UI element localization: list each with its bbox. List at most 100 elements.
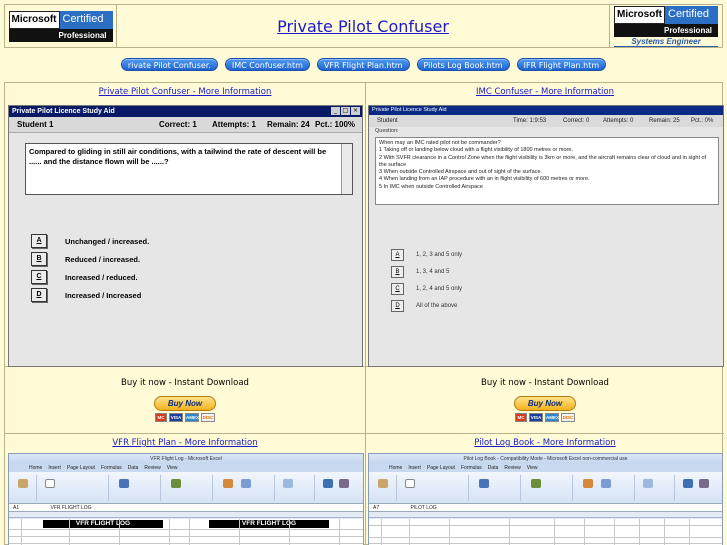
format-table-icon bbox=[601, 479, 611, 488]
ppc-answer-d-button[interactable]: D bbox=[31, 288, 47, 302]
vfr-cell: VFR Flight Plan - More Information VFR F… bbox=[5, 434, 366, 545]
vfr-sheet: VFR FLIGHT LOG VFR FLIGHT LOG bbox=[9, 519, 363, 545]
nav-imc-confuser[interactable]: IMC Confuser.htm bbox=[224, 58, 310, 71]
tab-insert[interactable]: Insert bbox=[408, 464, 421, 472]
tab-home[interactable]: Home bbox=[389, 464, 402, 472]
vfr-log-banner-left: VFR FLIGHT LOG bbox=[43, 520, 163, 528]
nav-bar: rivate Pilot Confuser. IMC Confuser.htm … bbox=[0, 58, 727, 71]
vfr-more-info-link[interactable]: VFR Flight Plan - More Information bbox=[5, 438, 365, 448]
align-icon bbox=[479, 479, 489, 488]
find-select-icon bbox=[339, 479, 349, 488]
close-icon[interactable]: × bbox=[351, 107, 360, 115]
vfr-log-banner-right: VFR FLIGHT LOG bbox=[209, 520, 329, 528]
font-box-icon bbox=[405, 479, 415, 488]
buy-right-cell: Buy it now - Instant Download Buy Now MC… bbox=[366, 367, 724, 434]
visa-icon: VISA bbox=[529, 413, 543, 422]
imc-answer-b-button[interactable]: B bbox=[391, 266, 404, 278]
tab-view[interactable]: View bbox=[527, 464, 538, 472]
tab-page-layout[interactable]: Page Layout bbox=[427, 464, 455, 472]
tab-home[interactable]: Home bbox=[29, 464, 42, 472]
microsoft-certified-mcse-logo: Microsoft Certified Professional Systems… bbox=[614, 5, 718, 47]
imc-more-info-link[interactable]: IMC Confuser - More Information bbox=[366, 87, 724, 97]
nav-ifr-flight-plan[interactable]: IFR Flight Plan.htm bbox=[516, 58, 607, 71]
maximize-icon[interactable]: □ bbox=[341, 107, 350, 115]
ppc-pct: Pct.: 100% bbox=[315, 120, 356, 129]
plb-formula-bar[interactable]: A7 PILOT LOG bbox=[369, 504, 722, 512]
tab-review[interactable]: Review bbox=[144, 464, 160, 472]
imc-answer-d-button[interactable]: D bbox=[391, 300, 404, 312]
buy-now-button-left[interactable]: Buy Now bbox=[154, 396, 216, 411]
nav-vfr-flight-plan[interactable]: VFR Flight Plan.htm bbox=[316, 58, 410, 71]
tab-insert[interactable]: Insert bbox=[48, 464, 61, 472]
align-icon bbox=[119, 479, 129, 488]
tab-formulas[interactable]: Formulas bbox=[461, 464, 482, 472]
ppc-answer-b: B Reduced / increased. bbox=[31, 252, 140, 266]
imc-attempts: Attempts: 0 bbox=[603, 118, 634, 124]
minimize-icon[interactable]: _ bbox=[331, 107, 340, 115]
imc-answer-c: C 1, 2, 4 and 5 only bbox=[391, 283, 462, 295]
styles-icon bbox=[223, 479, 233, 488]
ppc-status-bar: Student 1 Correct: 1 Attempts: 1 Remain:… bbox=[9, 117, 362, 133]
vfr-excel-screenshot: VFR Flight Log - Microsoft Excel Home In… bbox=[8, 453, 364, 545]
ppc-window-title: Private Pilot Licence Study Aid _ □ × bbox=[9, 106, 362, 117]
plb-sheet bbox=[369, 519, 722, 545]
logo-word: Microsoft bbox=[614, 5, 665, 24]
microsoft-certified-logo: Microsoft Certified Professional bbox=[8, 10, 113, 42]
imc-answer-c-button[interactable]: C bbox=[391, 283, 404, 295]
imc-student: Student bbox=[377, 118, 398, 124]
ppc-answer-a-text: Unchanged / increased. bbox=[65, 236, 150, 246]
imc-answer-b-text: 1, 3, 4 and 5 bbox=[416, 269, 450, 275]
page: Microsoft Certified Professional Private… bbox=[0, 0, 727, 545]
tab-data[interactable]: Data bbox=[488, 464, 499, 472]
imc-answer-a-button[interactable]: A bbox=[391, 249, 404, 261]
logo-sub: Professional bbox=[614, 23, 718, 37]
buy-now-button-right[interactable]: Buy Now bbox=[514, 396, 576, 411]
plb-excel-title: Pilot Log Book - Compatibility Mode - Mi… bbox=[369, 454, 722, 464]
tab-formulas[interactable]: Formulas bbox=[101, 464, 122, 472]
ppc-remain: Remain: 24 bbox=[267, 120, 310, 129]
nav-pilots-log-book[interactable]: Pilots Log Book.htm bbox=[416, 58, 510, 71]
sort-filter-icon bbox=[323, 479, 333, 488]
ppc-question-scrollbar[interactable] bbox=[341, 144, 352, 194]
plb-cell: Pilot Log Book - More Information Pilot … bbox=[366, 434, 724, 545]
ppc-more-info-link[interactable]: Private Pilot Confuser - More Informatio… bbox=[5, 87, 365, 97]
header-title-cell: Private Pilot Confuser bbox=[117, 5, 610, 47]
site-title-link[interactable]: Private Pilot Confuser bbox=[277, 17, 449, 36]
sort-filter-icon bbox=[683, 479, 693, 488]
tab-view[interactable]: View bbox=[167, 464, 178, 472]
imc-question-box: When may an IMC rated pilot not be comma… bbox=[375, 137, 719, 205]
ppc-attempts: Attempts: 1 bbox=[212, 120, 257, 129]
discover-icon: DISC bbox=[561, 413, 575, 422]
ppc-answer-a-button[interactable]: A bbox=[31, 234, 47, 248]
plb-more-info-link[interactable]: Pilot Log Book - More Information bbox=[366, 438, 724, 448]
vfr-ribbon bbox=[9, 472, 363, 504]
imc-time: Time: 1:9:53 bbox=[513, 118, 547, 124]
ppc-answer-c-button[interactable]: C bbox=[31, 270, 47, 284]
insert-cells-icon bbox=[643, 479, 653, 488]
header-left-cell: Microsoft Certified Professional bbox=[5, 5, 117, 47]
ppc-answer-d-text: Increased / Increased bbox=[65, 290, 142, 300]
buy-right-text: Buy it now - Instant Download bbox=[481, 378, 609, 388]
tab-review[interactable]: Review bbox=[504, 464, 520, 472]
ppc-answer-b-button[interactable]: B bbox=[31, 252, 47, 266]
vfr-excel-title: VFR Flight Log - Microsoft Excel bbox=[9, 454, 363, 464]
ppc-cell: Private Pilot Confuser - More Informatio… bbox=[5, 83, 366, 367]
imc-answer-b: B 1, 3, 4 and 5 bbox=[391, 266, 449, 278]
number-icon bbox=[531, 479, 541, 488]
cell-reference: A7 bbox=[373, 505, 380, 511]
tab-page-layout[interactable]: Page Layout bbox=[67, 464, 95, 472]
header: Microsoft Certified Professional Private… bbox=[4, 4, 723, 48]
nav-private-pilot-confuser[interactable]: rivate Pilot Confuser. bbox=[120, 58, 218, 71]
imc-answer-d-text: All of the above bbox=[416, 303, 458, 309]
formula-value: VFR FLIGHT LOG bbox=[50, 505, 92, 511]
tab-data[interactable]: Data bbox=[128, 464, 139, 472]
imc-remain: Remain: 25 bbox=[649, 118, 680, 124]
number-icon bbox=[171, 479, 181, 488]
logo-badge: Certified bbox=[59, 10, 113, 29]
amex-icon: AMEX bbox=[545, 413, 560, 422]
cell-reference: A1 bbox=[13, 505, 20, 511]
vfr-formula-bar[interactable]: A1 VFR FLIGHT LOG bbox=[9, 504, 363, 512]
product-grid: Private Pilot Confuser - More Informatio… bbox=[4, 82, 724, 545]
payment-cards-left: MC VISA AMEX DISC bbox=[155, 413, 215, 422]
payment-cards-right: MC VISA AMEX DISC bbox=[515, 413, 575, 422]
